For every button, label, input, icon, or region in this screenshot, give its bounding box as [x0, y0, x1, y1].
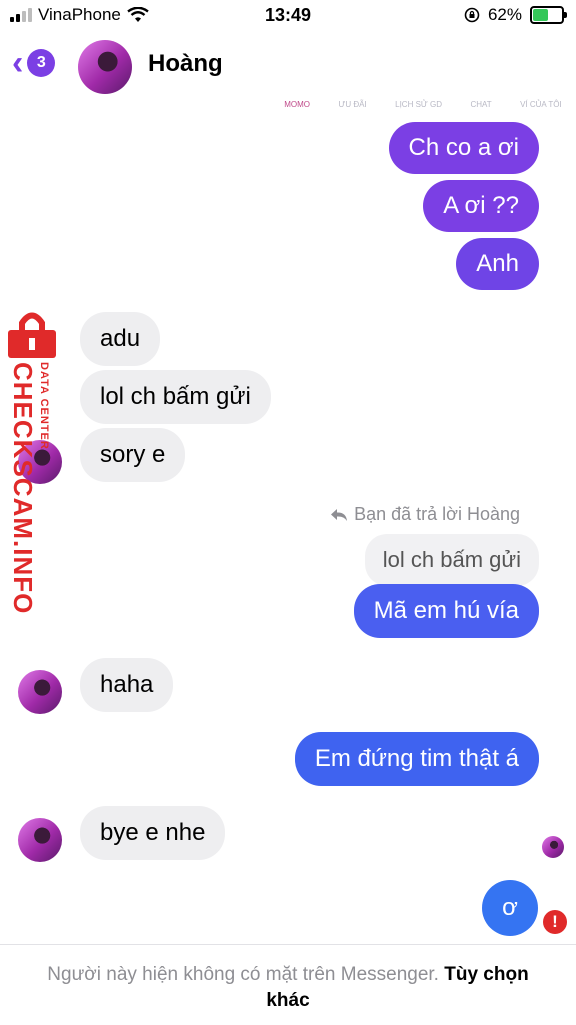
reply-note: Bạn đã trả lời Hoàng	[330, 504, 520, 525]
background-tab: CHAT	[470, 100, 492, 109]
background-tab: VÍ CỦA TÔI	[520, 100, 562, 109]
incoming-message[interactable]: bye e nhe	[80, 806, 226, 860]
background-tab: MOMO	[284, 100, 311, 109]
watermark-subtext: DATA CENTER	[38, 362, 50, 450]
contact-avatar-small[interactable]	[18, 670, 62, 714]
chevron-left-icon: ‹	[12, 44, 24, 82]
reply-quote[interactable]: lol ch bấm gửi	[364, 534, 539, 586]
seen-avatar	[542, 836, 564, 858]
status-right: 62%	[464, 5, 567, 25]
background-tabs: MOMO ƯU ĐÃI LỊCH SỬ GD CHAT VÍ CỦA TÔI	[270, 100, 576, 122]
incoming-message[interactable]: adu	[80, 312, 161, 366]
error-icon[interactable]: !	[543, 910, 567, 934]
background-tab: LỊCH SỬ GD	[395, 100, 442, 109]
orientation-lock-icon	[464, 7, 480, 23]
notice-text: Người này hiện không có mặt trên Messeng…	[47, 964, 439, 985]
reply-note-text: Bạn đã trả lời Hoàng	[354, 504, 520, 524]
outgoing-message[interactable]: A ơi ??	[423, 180, 539, 232]
outgoing-message[interactable]: Em đứng tim thật á	[294, 732, 539, 786]
contact-avatar[interactable]	[78, 40, 132, 94]
chat-header: ‹ 3 Hoàng	[0, 34, 576, 100]
unavailable-notice: Người này hiện không có mặt trên Messeng…	[30, 962, 546, 1014]
incoming-message[interactable]: lol ch bấm gửi	[80, 370, 271, 424]
outgoing-message-failed[interactable]: ơ	[482, 880, 538, 936]
status-bar: VinaPhone 13:49 62%	[0, 0, 576, 34]
outgoing-message[interactable]: Mã em hú vía	[353, 584, 539, 638]
battery-percent: 62%	[487, 5, 522, 24]
incoming-message[interactable]: haha	[80, 658, 174, 712]
lock-icon	[8, 312, 56, 358]
back-button[interactable]: ‹ 3	[12, 44, 56, 82]
battery-icon	[530, 6, 567, 24]
contact-avatar-small[interactable]	[18, 818, 62, 862]
contact-name[interactable]: Hoàng	[148, 50, 223, 78]
watermark-text: CHECKSCAM.INFO	[8, 362, 38, 615]
background-tab: ƯU ĐÃI	[338, 100, 367, 109]
outgoing-message[interactable]: Anh	[456, 238, 539, 290]
outgoing-message[interactable]: Ch co a ơi	[388, 122, 539, 174]
unread-badge: 3	[27, 49, 56, 77]
incoming-message[interactable]: sory e	[80, 428, 186, 482]
reply-icon	[331, 508, 348, 521]
